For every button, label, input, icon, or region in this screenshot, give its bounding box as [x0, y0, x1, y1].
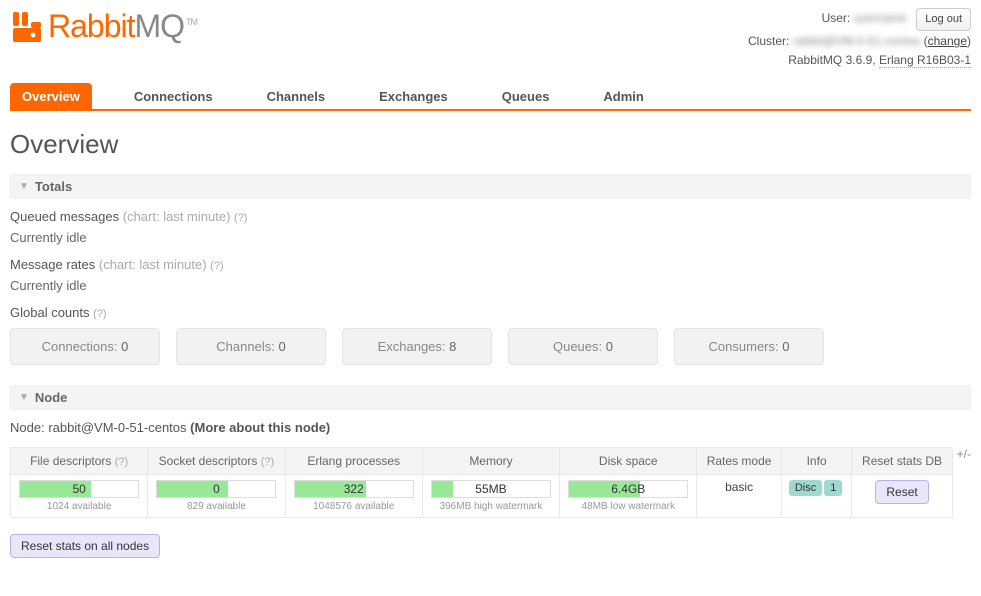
- count-connections[interactable]: Connections: 0: [10, 328, 160, 365]
- chevron-down-icon: ▼: [19, 392, 29, 403]
- section-node-header[interactable]: ▼ Node: [10, 385, 971, 410]
- help-icon[interactable]: (?): [93, 308, 106, 320]
- mem-value: 55MB: [432, 482, 550, 496]
- tab-queues[interactable]: Queues: [490, 83, 562, 109]
- help-icon[interactable]: (?): [210, 260, 223, 272]
- cluster-label: Cluster:: [748, 34, 789, 48]
- queued-idle-text: Currently idle: [10, 230, 971, 245]
- table-row: 50 1024 available 0 829 available 322 10…: [11, 474, 953, 517]
- col-ep: Erlang processes: [285, 447, 422, 474]
- logo: RabbitMQTM: [10, 8, 197, 45]
- chevron-down-icon: ▼: [19, 181, 29, 192]
- count-channels[interactable]: Channels: 0: [176, 328, 326, 365]
- node-name-label: Node:: [10, 420, 45, 435]
- count-queues[interactable]: Queues: 0: [508, 328, 658, 365]
- col-mem: Memory: [422, 447, 559, 474]
- ep-value: 322: [295, 482, 413, 496]
- fd-avail: 1024 available: [17, 501, 141, 512]
- message-rates-hint: (chart: last minute): [99, 257, 207, 272]
- user-value: username: [854, 11, 907, 25]
- help-icon[interactable]: (?): [115, 456, 128, 468]
- sd-value: 0: [157, 482, 275, 496]
- tab-admin[interactable]: Admin: [591, 83, 655, 109]
- disk-bar: 6.4GB: [568, 480, 688, 498]
- nav-tabs: Overview Connections Channels Exchanges …: [10, 83, 971, 111]
- col-sd: Socket descriptors (?): [148, 447, 285, 474]
- logo-tm: TM: [186, 17, 197, 27]
- col-disk: Disk space: [560, 447, 697, 474]
- node-table: File descriptors (?) Socket descriptors …: [10, 447, 953, 518]
- sd-avail: 829 available: [154, 501, 278, 512]
- tab-overview[interactable]: Overview: [10, 83, 92, 109]
- help-icon[interactable]: (?): [234, 212, 247, 224]
- count-queues-label: Queues:: [553, 339, 602, 354]
- version-rabbit: RabbitMQ 3.6.9,: [788, 53, 875, 67]
- count-connections-label: Connections:: [42, 339, 118, 354]
- cluster-value: rabbit@VM-0-51-centos: [793, 34, 921, 48]
- count-exchanges-label: Exchanges:: [378, 339, 446, 354]
- rabbit-icon: [10, 10, 44, 44]
- count-consumers-value: 0: [782, 339, 789, 354]
- mem-avail: 396MB high watermark: [429, 501, 553, 512]
- info-disc-badge: Disc: [789, 480, 822, 496]
- logo-text-light: MQ: [135, 8, 185, 44]
- count-exchanges-value: 8: [449, 339, 456, 354]
- rates-mode-value: basic: [697, 474, 781, 517]
- count-channels-label: Channels:: [216, 339, 275, 354]
- node-name-value: rabbit@VM-0-51-centos: [48, 420, 186, 435]
- count-exchanges[interactable]: Exchanges: 8: [342, 328, 492, 365]
- col-info: Info: [781, 447, 852, 474]
- count-consumers-label: Consumers:: [709, 339, 779, 354]
- version-erlang: Erlang R16B03-1: [879, 53, 971, 68]
- count-queues-value: 0: [606, 339, 613, 354]
- disk-avail: 48MB low watermark: [566, 501, 690, 512]
- global-counts-label: Global counts: [10, 305, 90, 320]
- tab-channels[interactable]: Channels: [255, 83, 338, 109]
- count-channels-value: 0: [278, 339, 285, 354]
- section-totals-header[interactable]: ▼ Totals: [10, 174, 971, 199]
- reset-button[interactable]: Reset: [875, 480, 928, 504]
- rates-idle-text: Currently idle: [10, 278, 971, 293]
- col-reset: Reset stats DB: [852, 447, 952, 474]
- page-title: Overview: [10, 129, 971, 160]
- disk-value: 6.4GB: [569, 482, 687, 496]
- sd-bar: 0: [156, 480, 276, 498]
- queued-messages-label: Queued messages: [10, 209, 119, 224]
- info-count-badge: 1: [824, 480, 842, 496]
- columns-toggle[interactable]: +/-: [953, 447, 971, 461]
- section-totals-label: Totals: [35, 179, 72, 194]
- change-cluster-link[interactable]: change: [928, 34, 967, 48]
- node-more-link[interactable]: (More about this node): [190, 420, 330, 435]
- reset-all-button[interactable]: Reset stats on all nodes: [10, 534, 160, 558]
- tab-connections[interactable]: Connections: [122, 83, 225, 109]
- queued-messages-hint: (chart: last minute): [123, 209, 231, 224]
- count-connections-value: 0: [121, 339, 128, 354]
- count-consumers[interactable]: Consumers: 0: [674, 328, 824, 365]
- logout-button[interactable]: Log out: [916, 8, 971, 31]
- tab-exchanges[interactable]: Exchanges: [367, 83, 460, 109]
- user-label: User:: [822, 11, 851, 25]
- help-icon[interactable]: (?): [261, 456, 274, 468]
- logo-text-strong: Rabbit: [48, 8, 135, 44]
- ep-bar: 322: [294, 480, 414, 498]
- fd-bar: 50: [19, 480, 139, 498]
- col-fd: File descriptors (?): [11, 447, 148, 474]
- ep-avail: 1048576 available: [292, 501, 416, 512]
- mem-bar: 55MB: [431, 480, 551, 498]
- section-node-label: Node: [35, 390, 68, 405]
- col-rates: Rates mode: [697, 447, 781, 474]
- message-rates-label: Message rates: [10, 257, 95, 272]
- fd-value: 50: [20, 482, 138, 496]
